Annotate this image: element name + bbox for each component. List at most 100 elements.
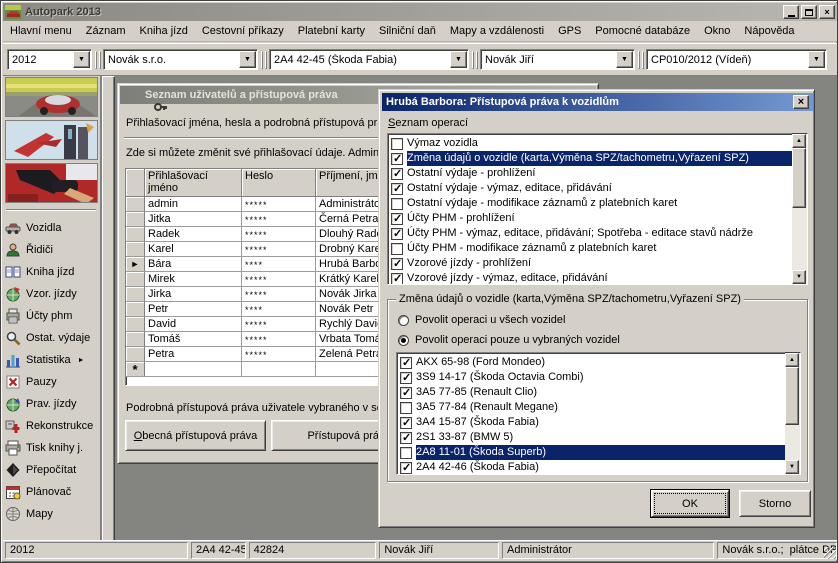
general-rights-button[interactable]: Obecná přístupová práva <box>125 420 266 451</box>
vehicle-item[interactable]: 3A5 77-84 (Renault Megane) <box>397 400 785 415</box>
checkbox[interactable] <box>391 258 403 270</box>
menu-item[interactable]: Okno <box>697 22 737 40</box>
row-selector[interactable] <box>126 332 145 347</box>
sidebar-item[interactable]: Kniha jízd ► <box>5 261 100 283</box>
chevron-down-icon[interactable]: ▼ <box>239 51 256 68</box>
operation-item[interactable]: Vzorové jízdy - prohlížení <box>388 256 792 271</box>
operation-item[interactable]: Ostatní výdaje - prohlížení <box>388 166 792 181</box>
sidebar-splitter[interactable] <box>102 76 115 542</box>
vehicle-item[interactable]: 2A4 42-46 (Škoda Fabia) <box>397 460 785 475</box>
operation-item[interactable]: Ostatní výdaje - výmaz, editace, přidává… <box>388 181 792 196</box>
maximize-button[interactable] <box>801 5 817 19</box>
menu-item[interactable]: Mapy a vzdálenosti <box>443 22 551 40</box>
checkbox[interactable] <box>400 372 412 384</box>
radio-icon[interactable] <box>398 315 409 326</box>
row-selector[interactable] <box>126 257 145 272</box>
row-selector[interactable] <box>126 272 145 287</box>
row-selector[interactable] <box>126 347 145 362</box>
toolbar-combo[interactable]: 2A4 42-45 (Škoda Fabia) ▼ <box>269 49 469 70</box>
operation-item[interactable]: Účty PHM - výmaz, editace, přidávání; Sp… <box>388 226 792 241</box>
sidebar-item[interactable]: Statistika ► <box>5 349 100 371</box>
chevron-down-icon[interactable]: ▼ <box>808 51 825 68</box>
sidebar-item[interactable]: Mapy ► <box>5 503 100 525</box>
row-selector[interactable] <box>126 302 145 317</box>
resize-grip[interactable] <box>824 547 836 559</box>
sidebar-item[interactable]: Plánovač ► <box>5 481 100 503</box>
menu-item[interactable]: Hlavní menu <box>3 22 79 40</box>
toolbar-combo[interactable]: Novák s.r.o. ▼ <box>103 49 258 70</box>
chevron-down-icon[interactable]: ▼ <box>616 51 633 68</box>
sidebar-item[interactable]: Účty phm ► <box>5 305 100 327</box>
vehicle-item[interactable]: AKX 65-98 (Ford Mondeo) <box>397 355 785 370</box>
sidebar-item[interactable]: Prav. jízdy ► <box>5 393 100 415</box>
checkbox[interactable] <box>391 228 403 240</box>
radio-all-vehicles[interactable]: Povolit operaci u všech vozidel <box>398 313 565 327</box>
minimize-button[interactable] <box>783 5 799 19</box>
checkbox[interactable] <box>400 417 412 429</box>
operation-item[interactable]: Výmaz vozidla <box>388 136 792 151</box>
radio-icon[interactable] <box>398 335 409 346</box>
radio-selected-vehicles[interactable]: Povolit operaci pouze u vybraných vozide… <box>398 333 620 347</box>
sidebar-item[interactable]: Pauzy ► <box>5 371 100 393</box>
operation-item[interactable]: Změna údajů o vozidle (karta,Výměna SPZ/… <box>388 151 792 166</box>
row-selector[interactable] <box>126 287 145 302</box>
ok-button[interactable]: OK <box>651 490 729 517</box>
chevron-down-icon[interactable]: ▼ <box>450 51 467 68</box>
sidebar-item[interactable]: Rekonstrukce ► <box>5 415 100 437</box>
sidebar-photo-travel[interactable] <box>5 120 98 160</box>
scroll-up-icon[interactable]: ▲ <box>785 353 799 367</box>
checkbox[interactable] <box>400 432 412 444</box>
menu-item[interactable]: Cestovní příkazy <box>195 22 291 40</box>
checkbox[interactable] <box>400 357 412 369</box>
row-selector[interactable] <box>126 242 145 257</box>
operations-scrollbar[interactable]: ▲ ▼ <box>792 133 808 285</box>
scroll-thumb[interactable] <box>785 367 799 425</box>
row-selector[interactable] <box>126 212 145 227</box>
operation-item[interactable]: Účty PHM - modifikace záznamů z platební… <box>388 241 792 256</box>
checkbox[interactable] <box>391 243 403 255</box>
row-selector[interactable] <box>126 227 145 242</box>
scroll-down-icon[interactable]: ▼ <box>792 270 806 284</box>
sidebar-item[interactable]: Ostat. výdaje ► <box>5 327 100 349</box>
scroll-thumb[interactable] <box>792 148 806 208</box>
sidebar-item[interactable]: Vzor. jízdy ► <box>5 283 100 305</box>
cancel-button[interactable]: Storno <box>739 490 811 517</box>
checkbox[interactable] <box>391 168 403 180</box>
operation-item[interactable]: Ostatní výdaje - modifikace záznamů z pl… <box>388 196 792 211</box>
vehicle-item[interactable]: 3A4 15-87 (Škoda Fabia) <box>397 415 785 430</box>
operation-item[interactable]: Vzorové jízdy - výmaz, editace, přidáván… <box>388 271 792 285</box>
row-selector[interactable] <box>126 197 145 212</box>
sidebar-item[interactable]: Tisk knihy j. ► <box>5 437 100 459</box>
menu-item[interactable]: GPS <box>551 22 588 40</box>
close-icon[interactable]: × <box>793 95 809 109</box>
vehicle-item[interactable]: 3S9 14-17 (Škoda Octavia Combi) <box>397 370 785 385</box>
sidebar-item[interactable]: Přepočítat ► <box>5 459 100 481</box>
checkbox[interactable] <box>400 447 412 459</box>
toolbar-combo[interactable]: 2012 ▼ <box>7 49 92 70</box>
chevron-down-icon[interactable]: ▼ <box>73 51 90 68</box>
checkbox[interactable] <box>391 213 403 225</box>
checkbox[interactable] <box>400 387 412 399</box>
vehicle-item[interactable]: 2S1 33-87 (BMW 5) <box>397 430 785 445</box>
menu-item[interactable]: Silniční daň <box>372 22 443 40</box>
checkbox[interactable] <box>391 138 403 150</box>
toolbar-combo[interactable]: CP010/2012 (Vídeň) ▼ <box>646 49 827 70</box>
row-selector[interactable] <box>126 317 145 332</box>
scroll-down-icon[interactable]: ▼ <box>785 460 799 474</box>
checkbox[interactable] <box>391 273 403 285</box>
vehicles-scrollbar[interactable]: ▲ ▼ <box>785 352 801 475</box>
sidebar-photo-car[interactable] <box>5 77 98 117</box>
sidebar-photo-fuel[interactable] <box>5 163 98 203</box>
menu-item[interactable]: Záznam <box>79 22 133 40</box>
checkbox[interactable] <box>400 462 412 474</box>
menu-item[interactable]: Nápověda <box>737 22 801 40</box>
operation-item[interactable]: Účty PHM - prohlížení <box>388 211 792 226</box>
sidebar-item[interactable]: Řidiči ► <box>5 239 100 261</box>
checkbox[interactable] <box>391 198 403 210</box>
close-button[interactable]: × <box>819 5 835 19</box>
menu-item[interactable]: Pomocné databáze <box>588 22 697 40</box>
menu-item[interactable]: Platební karty <box>291 22 372 40</box>
toolbar-combo[interactable]: Novák Jiří ▼ <box>480 49 635 70</box>
checkbox[interactable] <box>391 153 403 165</box>
scroll-up-icon[interactable]: ▲ <box>792 134 806 148</box>
